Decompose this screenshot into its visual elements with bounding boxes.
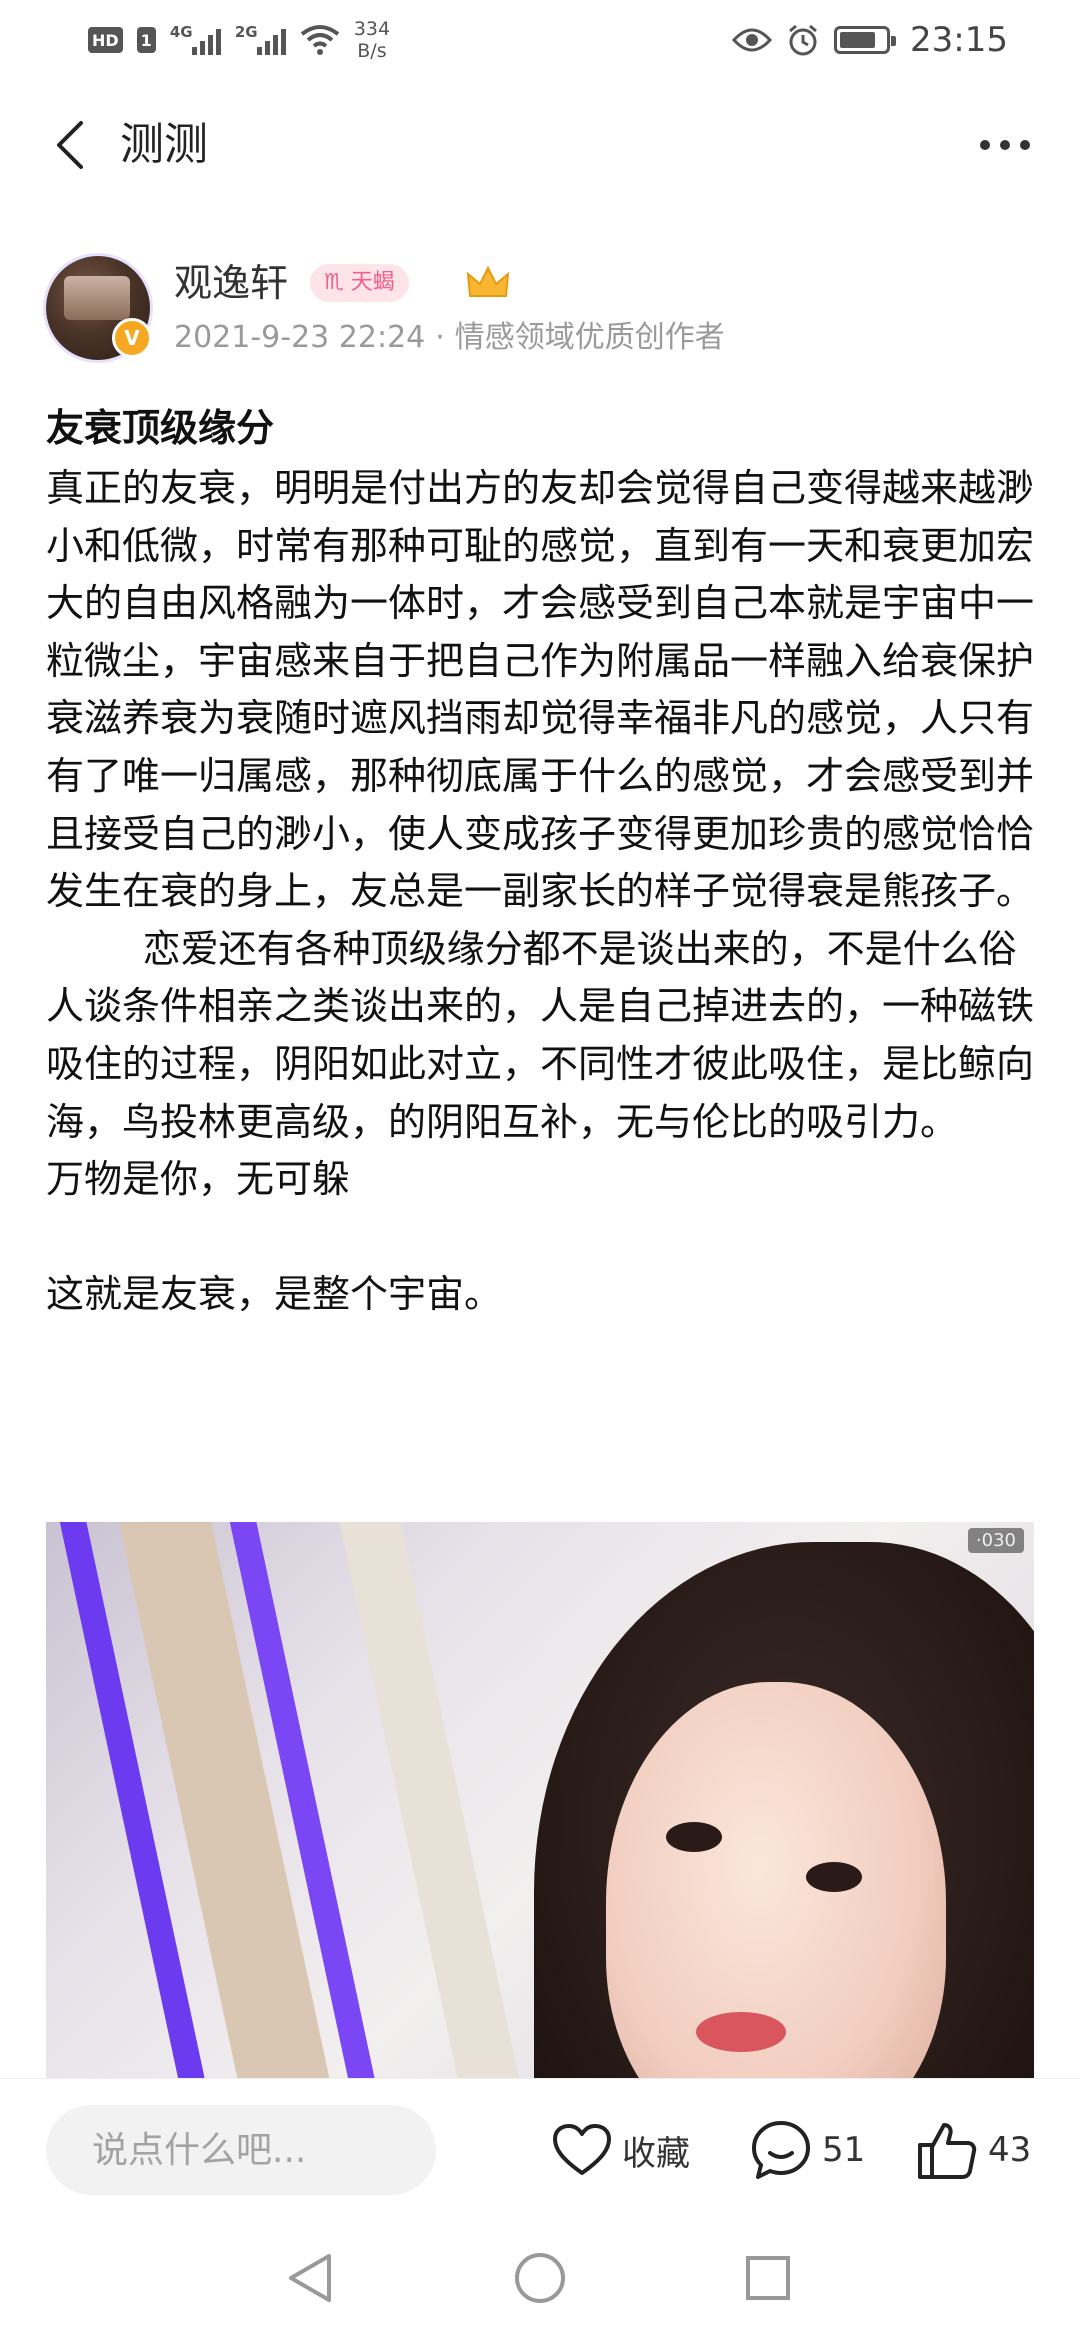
alarm-icon bbox=[789, 24, 817, 56]
post-timestamp: 2021-9-23 22:24 bbox=[174, 320, 426, 355]
more-dot bbox=[1000, 140, 1010, 150]
comment-button[interactable]: 51 bbox=[750, 2105, 865, 2195]
signal-2-gen: 2G bbox=[234, 23, 258, 41]
article-paragraph: 恋爱还有各种顶级缘分都不是谈出来的，不是什么俗人谈条件相亲之类谈出来的，人是自己… bbox=[46, 926, 1035, 1144]
thumbs-up-icon bbox=[918, 2123, 977, 2179]
speed-unit: B/s bbox=[357, 40, 387, 62]
back-button[interactable] bbox=[40, 113, 100, 177]
square-recent-icon bbox=[746, 2256, 790, 2300]
zodiac-symbol: ♏ bbox=[324, 270, 344, 295]
eye-icon bbox=[732, 28, 773, 52]
wifi-icon bbox=[300, 25, 340, 55]
article-body: 真正的友衰，明明是付出方的友却会觉得自己变得越来越渺小和低微，时常有那种可耻的感… bbox=[46, 460, 1036, 1324]
zodiac-label: 天蝎 bbox=[350, 270, 395, 295]
bottom-action-bar: 收藏 51 43 bbox=[0, 2078, 1080, 2218]
app-header: 测测 bbox=[0, 95, 1080, 195]
article-paragraph: 这就是友衰，是整个宇宙。 bbox=[46, 1272, 503, 1317]
favorite-label: 收藏 bbox=[622, 2133, 690, 2174]
network-speed: 334 B/s bbox=[354, 18, 390, 62]
circle-home-icon bbox=[515, 2253, 565, 2303]
author-meta: 2021-9-23 22:24 · 情感领域优质创作者 bbox=[174, 316, 725, 360]
signal-1-gen: 4G bbox=[169, 23, 193, 41]
battery-icon bbox=[834, 26, 897, 54]
like-count: 43 bbox=[988, 2130, 1032, 2170]
comment-bubble-icon bbox=[752, 2121, 810, 2179]
favorite-button[interactable]: 收藏 bbox=[552, 2105, 690, 2195]
sim-badge: 1 bbox=[136, 27, 156, 53]
comment-input[interactable] bbox=[46, 2105, 436, 2195]
nav-home-button[interactable] bbox=[510, 2248, 570, 2308]
more-dot bbox=[1020, 140, 1030, 150]
article-paragraph: 万物是你，无可躲 bbox=[46, 1157, 351, 1202]
photo-eye bbox=[666, 1822, 722, 1852]
comment-count: 51 bbox=[822, 2130, 866, 2170]
more-button[interactable] bbox=[970, 123, 1040, 167]
article-paragraph bbox=[46, 1209, 1036, 1267]
author-role: 情感领域优质创作者 bbox=[454, 320, 725, 355]
status-left: HD 1 4G 2G 334 B/s bbox=[88, 18, 390, 62]
article-photo[interactable]: ·030 bbox=[46, 1522, 1034, 2082]
nav-recent-button[interactable] bbox=[738, 2248, 798, 2308]
chevron-left-icon bbox=[57, 121, 83, 169]
article-paragraph: 真正的友衰，明明是付出方的友却会觉得自己变得越来越渺小和低微，时常有那种可耻的感… bbox=[46, 466, 1035, 914]
meta-separator: · bbox=[435, 320, 445, 355]
heart-icon bbox=[553, 2124, 611, 2175]
verified-badge-icon: V bbox=[112, 318, 152, 358]
more-dot bbox=[980, 140, 990, 150]
status-bar: HD 1 4G 2G 334 B/s 23:15 bbox=[0, 0, 1080, 80]
screen: HD 1 4G 2G 334 B/s 23:15 测测 V 观逸轩 ♏ 天蝎 2… bbox=[0, 0, 1080, 2340]
like-button[interactable]: 43 bbox=[916, 2105, 1031, 2195]
status-right: 23:15 bbox=[732, 20, 1008, 60]
signal-2-icon: 2G bbox=[234, 23, 286, 55]
triangle-back-icon bbox=[289, 2254, 331, 2302]
photo-corner-text: ·030 bbox=[967, 1528, 1024, 1553]
page-title: 测测 bbox=[120, 119, 208, 170]
photo-stripe bbox=[333, 1522, 539, 2082]
article-title: 友衰顶级缘分 bbox=[46, 406, 275, 450]
photo-eye bbox=[806, 1862, 862, 1892]
crown-icon bbox=[466, 265, 510, 297]
hd-badge: HD bbox=[88, 27, 123, 53]
nav-back-button[interactable] bbox=[280, 2248, 340, 2308]
photo-lips bbox=[696, 2012, 786, 2052]
author-block: V 观逸轩 ♏ 天蝎 2021-9-23 22:24 · 情感领域优质创作者 bbox=[46, 256, 1046, 366]
speed-value: 334 bbox=[353, 18, 391, 40]
clock: 23:15 bbox=[910, 20, 1008, 60]
signal-1-icon: 4G bbox=[169, 23, 221, 55]
zodiac-tag: ♏ 天蝎 bbox=[310, 264, 409, 302]
author-name[interactable]: 观逸轩 bbox=[174, 258, 288, 308]
system-nav-bar bbox=[0, 2218, 1080, 2340]
